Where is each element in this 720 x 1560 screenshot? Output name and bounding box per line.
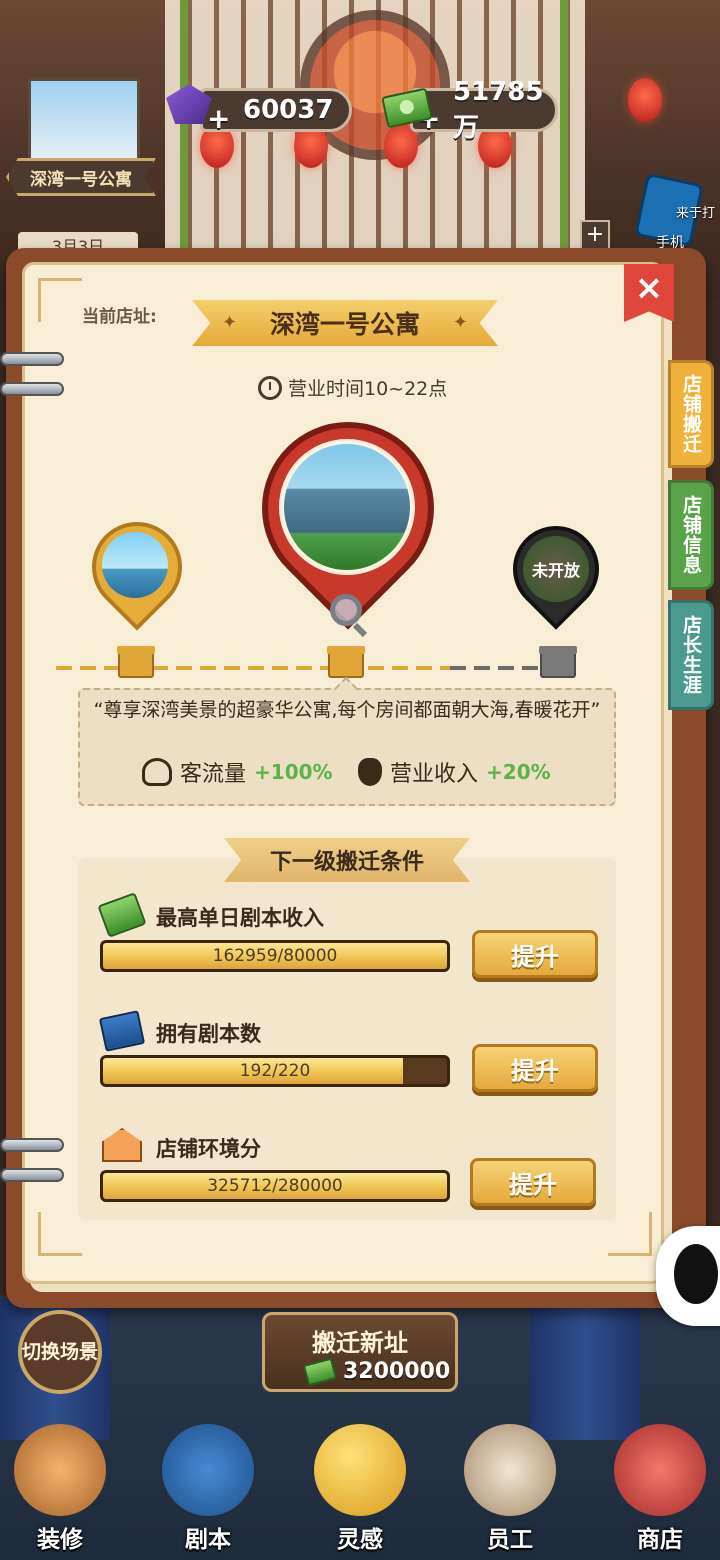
condition-label: 店铺环境分: [156, 1137, 261, 1161]
nav-inspiration[interactable]: 灵感: [300, 1420, 420, 1560]
condition-label: 最高单日剧本收入: [156, 906, 324, 930]
progress-text: 162959/80000: [212, 946, 338, 966]
corner-ornament: [608, 1212, 652, 1256]
money-icon: [302, 1356, 338, 1387]
stat-bonus: +100%: [254, 760, 333, 784]
nav-label: 装修: [37, 1527, 83, 1553]
binder-ring: [0, 1168, 64, 1182]
tab-shop-info[interactable]: 店铺信息: [668, 480, 714, 590]
tab-relocation[interactable]: 店铺搬迁: [668, 360, 714, 468]
qq-penguin-icon[interactable]: [656, 1226, 720, 1326]
money-amount: 51785万: [453, 76, 544, 143]
location-pin-previous[interactable]: [73, 503, 201, 640]
nav-shop[interactable]: 商店: [600, 1420, 720, 1560]
location-pin-locked[interactable]: 未开放: [495, 508, 617, 644]
people-icon: [142, 758, 172, 786]
magnifier-icon[interactable]: [330, 594, 362, 626]
add-icon[interactable]: +: [580, 220, 610, 250]
relocate-cost: 3200000: [302, 1356, 455, 1387]
shop-icon: [614, 1424, 706, 1516]
book-icon: [162, 1424, 254, 1516]
improve-button[interactable]: 提升: [472, 930, 598, 978]
house-icon: [14, 1424, 106, 1516]
corner-ornament: [38, 278, 82, 322]
improve-button[interactable]: 提升: [470, 1158, 596, 1206]
nav-staff[interactable]: 员工: [450, 1420, 570, 1560]
condition-progress-bar: 325712/280000: [100, 1170, 450, 1202]
stat-label: 客流量: [180, 762, 247, 787]
add-gems-icon[interactable]: +: [207, 102, 230, 135]
shop-node-icon: [117, 646, 155, 678]
shop-title: 深湾一号公寓: [269, 310, 420, 339]
nav-scripts[interactable]: 剧本: [148, 1420, 268, 1560]
bamboo-decoration: [560, 0, 568, 250]
progress-track-done: [56, 666, 450, 670]
nav-label: 剧本: [185, 1527, 231, 1553]
business-hours-text: 营业时间10~22点: [288, 378, 448, 400]
switch-scene-button[interactable]: 切换场景: [18, 1310, 102, 1394]
address-label: 当前店址:: [82, 307, 157, 327]
shop-description: “尊享深湾美景的超豪华公寓,每个房间都面朝大海,春暖花开”: [93, 699, 601, 721]
binder-ring: [0, 382, 64, 396]
relocate-button[interactable]: 搬迁新址 3200000: [262, 1312, 458, 1392]
tab-label: 店铺搬迁: [680, 374, 702, 454]
clock-icon: [258, 375, 282, 400]
curtain-decoration: [530, 1300, 640, 1440]
progress-text: 192/220: [239, 1061, 311, 1081]
phone-hint-text: 来于打: [676, 206, 716, 221]
close-icon: ×: [634, 268, 664, 308]
beach-tower-thumbnail: [102, 532, 168, 598]
money-bag-icon: [358, 758, 382, 786]
gem-counter[interactable]: + 60037: [200, 88, 352, 135]
gem-amount: 60037: [243, 95, 334, 125]
money-counter[interactable]: + 51785万: [410, 77, 558, 143]
bamboo-decoration: [180, 0, 188, 250]
shop-node-icon: [539, 646, 577, 678]
shop-title-ribbon: ✦ 深湾一号公寓 ✦: [192, 300, 498, 346]
lantern-decoration: [628, 78, 662, 122]
stat-label: 营业收入: [390, 762, 479, 787]
relocate-cost-amount: 3200000: [343, 1359, 451, 1384]
stat-bonus: +20%: [486, 760, 551, 784]
relocate-title: 搬迁新址: [312, 1329, 408, 1357]
stat-revenue: 营业收入 +20%: [358, 756, 551, 788]
apartment-thumbnail: [279, 439, 415, 575]
lightbulb-icon: [314, 1424, 406, 1516]
nav-label: 员工: [487, 1527, 533, 1553]
star-icon: ✦: [452, 312, 468, 333]
tab-manager-career[interactable]: 店长生涯: [668, 600, 714, 710]
star-icon: ✦: [222, 312, 238, 333]
improve-button[interactable]: 提升: [472, 1044, 598, 1092]
nav-label: 灵感: [337, 1527, 383, 1553]
shop-thumbnail[interactable]: [28, 78, 140, 162]
binder-ring: [0, 1138, 64, 1152]
progress-text: 325712/280000: [207, 1176, 343, 1196]
shop-name-tag: 深湾一号公寓: [6, 158, 156, 196]
business-hours: 营业时间10~22点: [258, 374, 447, 401]
nav-label: 商店: [637, 1527, 683, 1553]
nav-decorate[interactable]: 装修: [0, 1420, 120, 1560]
binder-ring: [0, 352, 64, 366]
stat-traffic: 客流量 +100%: [142, 756, 333, 788]
conditions-title: 下一级搬迁条件: [224, 838, 470, 882]
tab-label: 店铺信息: [680, 495, 702, 575]
shop-node-icon: [327, 646, 365, 678]
tab-label: 店长生涯: [680, 615, 702, 695]
condition-progress-bar: 162959/80000: [100, 940, 450, 972]
locked-label: 未开放: [523, 536, 589, 602]
corner-ornament: [38, 1212, 82, 1256]
id-card-icon: [464, 1424, 556, 1516]
condition-label: 拥有剧本数: [156, 1022, 261, 1046]
condition-progress-bar: 192/220: [100, 1055, 450, 1087]
